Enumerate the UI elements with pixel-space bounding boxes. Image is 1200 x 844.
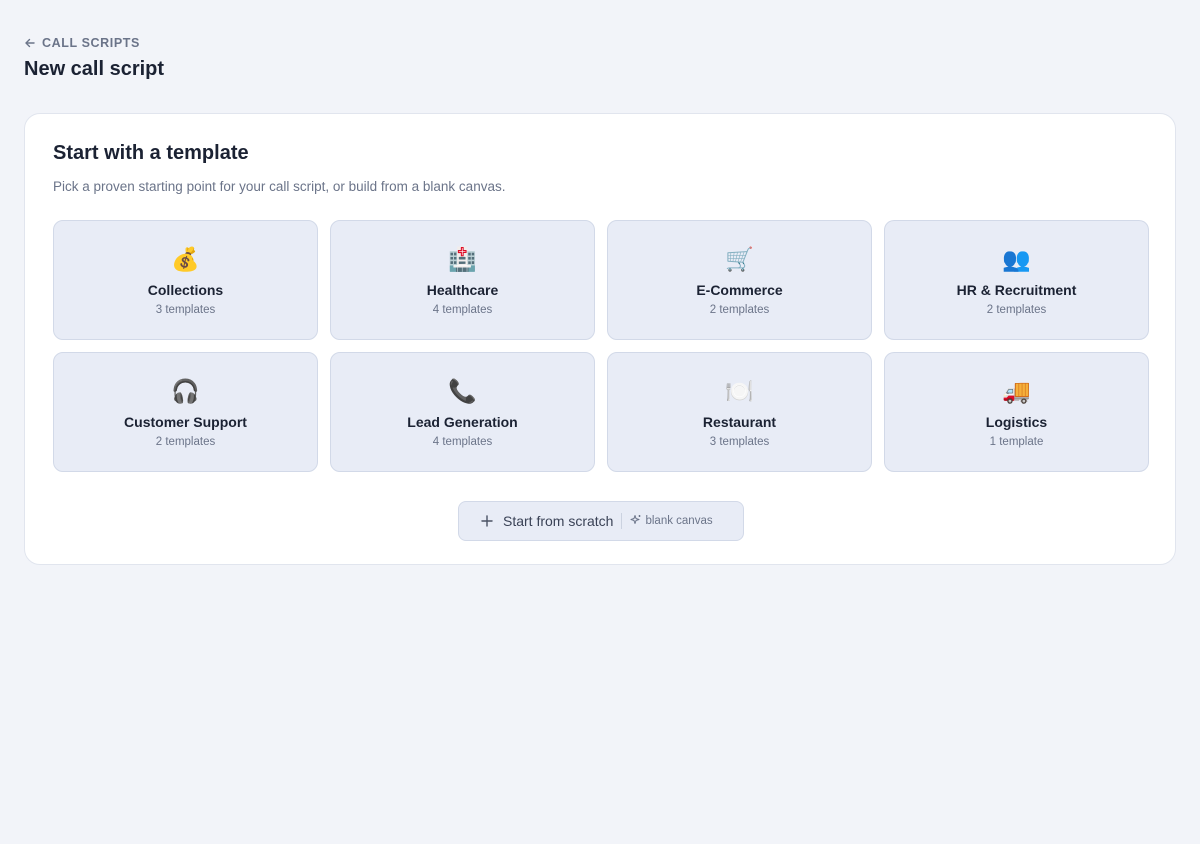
- template-category-restaurant[interactable]: 🍽️ Restaurant 3 templates: [607, 352, 872, 472]
- people-icon: 👥: [1002, 247, 1031, 273]
- templates-card: Start with a template Pick a proven star…: [24, 113, 1176, 565]
- page: CALL SCRIPTS New call script Start with …: [0, 0, 1200, 844]
- start-from-scratch-label: Start from scratch: [503, 513, 614, 529]
- template-category-customer-support[interactable]: 🎧 Customer Support 2 templates: [53, 352, 318, 472]
- back-link-label: CALL SCRIPTS: [42, 36, 140, 50]
- divider: [621, 513, 623, 529]
- category-template-count: 1 template: [989, 436, 1044, 448]
- category-template-count: 4 templates: [432, 436, 493, 448]
- template-category-healthcare[interactable]: 🏥 Healthcare 4 templates: [330, 220, 595, 340]
- card-title: Start with a template: [53, 142, 249, 164]
- category-name: Customer Support: [124, 414, 247, 430]
- hospital-icon: 🏥: [448, 247, 477, 273]
- category-name: Lead Generation: [407, 414, 518, 430]
- delivery-truck-icon: 🚚: [1002, 379, 1031, 405]
- arrow-left-icon: [24, 37, 36, 49]
- category-name: Healthcare: [426, 282, 499, 298]
- template-category-logistics[interactable]: 🚚 Logistics 1 template: [884, 352, 1149, 472]
- category-template-count: 2 templates: [986, 304, 1047, 316]
- category-template-count: 2 templates: [709, 304, 770, 316]
- category-name: E-Commerce: [696, 282, 783, 298]
- category-name: Logistics: [985, 414, 1048, 430]
- category-name: Collections: [147, 282, 224, 298]
- category-template-count: 3 templates: [155, 304, 216, 316]
- start-from-scratch-button[interactable]: Start from scratch blank canvas: [458, 501, 744, 541]
- category-template-count: 2 templates: [155, 436, 216, 448]
- sparkle-icon: [630, 514, 642, 529]
- template-category-hr-recruitment[interactable]: 👥 HR & Recruitment 2 templates: [884, 220, 1149, 340]
- blank-canvas-label: blank canvas: [645, 515, 713, 527]
- category-template-count: 3 templates: [709, 436, 770, 448]
- plus-icon: [481, 515, 493, 527]
- shopping-cart-icon: 🛒: [725, 247, 754, 273]
- headphones-icon: 🎧: [171, 379, 200, 405]
- template-category-collections[interactable]: 💰 Collections 3 templates: [53, 220, 318, 340]
- category-name: HR & Recruitment: [956, 282, 1077, 298]
- card-subtitle: Pick a proven starting point for your ca…: [53, 179, 506, 194]
- page-title: New call script: [24, 58, 165, 80]
- category-name: Restaurant: [702, 414, 777, 430]
- blank-canvas-hint: blank canvas: [630, 514, 713, 529]
- template-category-lead-generation[interactable]: 📞 Lead Generation 4 templates: [330, 352, 595, 472]
- template-category-grid: 💰 Collections 3 templates 🏥 Healthcare 4…: [53, 220, 1149, 472]
- back-to-call-scripts-link[interactable]: CALL SCRIPTS: [24, 36, 140, 50]
- template-category-e-commerce[interactable]: 🛒 E-Commerce 2 templates: [607, 220, 872, 340]
- phone-icon: 📞: [448, 379, 477, 405]
- plate-cutlery-icon: 🍽️: [725, 379, 754, 405]
- category-template-count: 4 templates: [432, 304, 493, 316]
- money-bag-icon: 💰: [171, 247, 200, 273]
